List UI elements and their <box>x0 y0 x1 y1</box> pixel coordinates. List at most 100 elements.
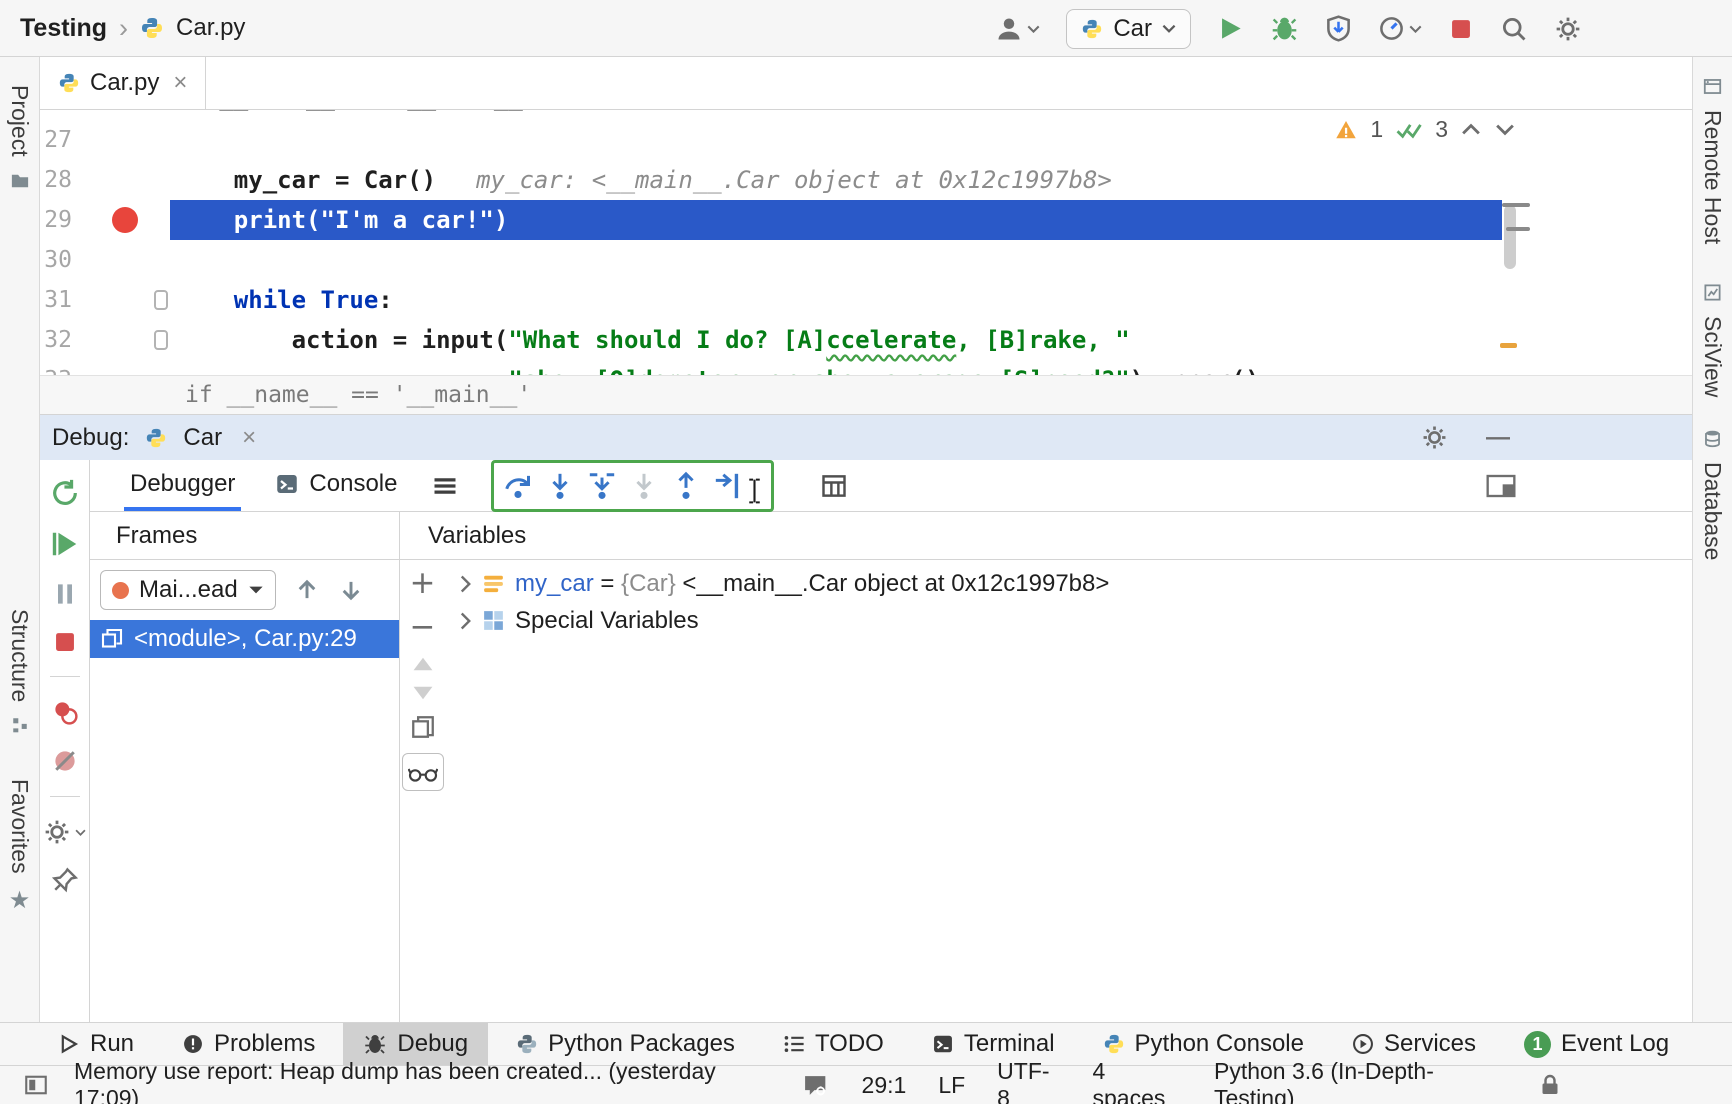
stop-icon[interactable] <box>1448 16 1474 42</box>
breakpoint-dot-icon[interactable] <box>112 207 138 233</box>
run-configuration-select[interactable]: Car <box>1066 9 1191 49</box>
move-down-icon[interactable] <box>412 685 434 701</box>
mute-breakpoints-icon[interactable] <box>51 747 79 775</box>
toolwindow-todo-label: TODO <box>815 1030 884 1058</box>
toolwindow-debug-label: Debug <box>397 1030 468 1058</box>
breadcrumb-project[interactable]: Testing <box>20 14 107 43</box>
pin-icon[interactable] <box>52 867 78 893</box>
status-message[interactable]: Memory use report: Heap dump has been cr… <box>74 1058 776 1104</box>
gutter[interactable] <box>72 240 170 280</box>
step-into-icon[interactable] <box>545 471 575 501</box>
toolwindow-toggle-icon[interactable] <box>24 1073 48 1097</box>
frame-row-selected[interactable]: <module>, Car.py:29 <box>90 620 399 658</box>
settings-gear-icon[interactable] <box>1421 424 1448 451</box>
context-breadcrumb-bar[interactable]: if __name__ == '__main__' <box>40 375 1692 415</box>
sciview-icon <box>1703 283 1722 302</box>
step-over-icon[interactable] <box>503 471 533 501</box>
error-stripe-warning-mark[interactable] <box>1500 343 1517 348</box>
folder-icon <box>10 171 30 191</box>
error-stripe-mark[interactable] <box>1506 227 1530 231</box>
tab-debugger[interactable]: Debugger <box>124 460 241 511</box>
force-step-into-icon[interactable] <box>629 471 659 501</box>
add-watch-icon[interactable]: + <box>410 568 436 599</box>
toolstripe-database[interactable]: Database <box>1693 429 1732 560</box>
prev-occurrence-icon[interactable] <box>1460 122 1482 137</box>
thread-select[interactable]: Mai...ead <box>100 570 276 610</box>
caret-position[interactable]: 29:1 <box>862 1072 907 1099</box>
rerun-icon[interactable] <box>50 478 80 508</box>
error-stripe-mark[interactable] <box>1502 203 1530 207</box>
variable-row-my-car[interactable]: my_car = {Car} <__main__.Car object at 0… <box>445 565 1692 602</box>
hamburger-icon[interactable] <box>431 472 459 500</box>
toolstripe-sciview[interactable]: SciView <box>1693 283 1732 397</box>
breadcrumb-file[interactable]: Car.py <box>176 14 245 42</box>
step-into-my-code-icon[interactable] <box>587 471 617 501</box>
minimize-icon[interactable]: — <box>1486 426 1510 450</box>
tab-console[interactable]: Console <box>269 460 403 511</box>
inspections-ok-icon[interactable] <box>1395 120 1423 140</box>
scrollbar-thumb[interactable] <box>1504 205 1516 269</box>
layout-settings-icon[interactable] <box>1486 474 1516 498</box>
code-text[interactable]: action = input("What should I do? [A]cce… <box>170 320 1502 360</box>
gutter[interactable] <box>72 280 170 320</box>
gutter[interactable] <box>72 120 170 160</box>
warning-icon[interactable] <box>1334 118 1358 142</box>
step-out-icon[interactable] <box>671 471 701 501</box>
python-interpreter[interactable]: Python 3.6 (In-Depth-Testing) <box>1214 1058 1506 1104</box>
ok-count: 3 <box>1435 116 1448 143</box>
close-icon[interactable]: × <box>173 71 187 95</box>
special-variables-row[interactable]: Special Variables <box>445 602 1692 639</box>
user-icon <box>995 15 1023 43</box>
move-up-icon[interactable] <box>412 656 434 672</box>
gutter[interactable] <box>72 200 170 240</box>
toolstripe-project[interactable]: Project <box>0 85 39 191</box>
close-icon[interactable]: × <box>242 426 256 450</box>
profiler-button[interactable] <box>1378 15 1422 42</box>
toolstripe-remote-host[interactable]: Remote Host <box>1693 77 1732 244</box>
remove-watch-icon[interactable]: − <box>410 612 436 643</box>
chevron-down-icon <box>1027 25 1040 33</box>
settings-gear-icon[interactable] <box>1554 15 1582 43</box>
coverage-icon[interactable] <box>1325 15 1352 42</box>
toolstripe-favorites[interactable]: Favorites ★ <box>0 779 39 912</box>
copy-frames-icon[interactable] <box>410 714 436 740</box>
indent-style[interactable]: 4 spaces <box>1093 1058 1182 1104</box>
background-tasks-icon[interactable] <box>802 1073 830 1098</box>
up-arrow-icon[interactable] <box>294 577 320 603</box>
toolstripe-structure[interactable]: Structure <box>0 609 39 734</box>
resume-icon[interactable] <box>50 529 80 559</box>
lock-icon[interactable] <box>1538 1073 1562 1097</box>
run-to-cursor-icon[interactable] <box>713 471 743 501</box>
fold-marker-icon[interactable] <box>154 330 168 350</box>
next-occurrence-icon[interactable] <box>1494 122 1516 137</box>
stop-icon[interactable] <box>52 629 78 655</box>
code-text[interactable] <box>170 240 1502 280</box>
code-text[interactable] <box>170 120 1502 160</box>
view-breakpoints-icon[interactable] <box>51 698 79 726</box>
run-icon[interactable] <box>1217 15 1244 42</box>
view-as-table-icon[interactable] <box>820 472 848 500</box>
debug-tabs-row: Debugger Console <box>90 460 1692 512</box>
show-watches-button[interactable] <box>402 753 444 791</box>
tab-car-py[interactable]: Car.py × <box>40 57 206 109</box>
file-encoding[interactable]: UTF-8 <box>997 1058 1060 1104</box>
debug-body: Frames Mai...ead <modu <box>90 512 1692 1022</box>
status-bar: Memory use report: Heap dump has been cr… <box>0 1065 1732 1104</box>
debug-bug-icon[interactable] <box>1270 14 1299 43</box>
python-logo-icon <box>145 427 167 449</box>
down-arrow-icon[interactable] <box>338 577 364 603</box>
gutter[interactable] <box>72 320 170 360</box>
pause-icon[interactable] <box>51 580 79 608</box>
gutter[interactable] <box>72 160 170 200</box>
chevron-right-icon[interactable] <box>459 612 472 630</box>
search-icon[interactable] <box>1500 15 1528 43</box>
fold-marker-icon[interactable] <box>154 290 168 310</box>
chevron-right-icon[interactable] <box>459 575 472 593</box>
debug-session-tab[interactable]: Car <box>183 424 222 452</box>
line-separator[interactable]: LF <box>938 1072 965 1099</box>
code-text[interactable]: my_car = Car()my_car: <__main__.Car obje… <box>170 160 1502 200</box>
code-text[interactable]: while True: <box>170 280 1502 320</box>
user-button[interactable] <box>995 15 1040 43</box>
code-text[interactable]: print("I'm a car!") <box>170 200 1502 240</box>
debug-settings-button[interactable] <box>43 818 86 846</box>
